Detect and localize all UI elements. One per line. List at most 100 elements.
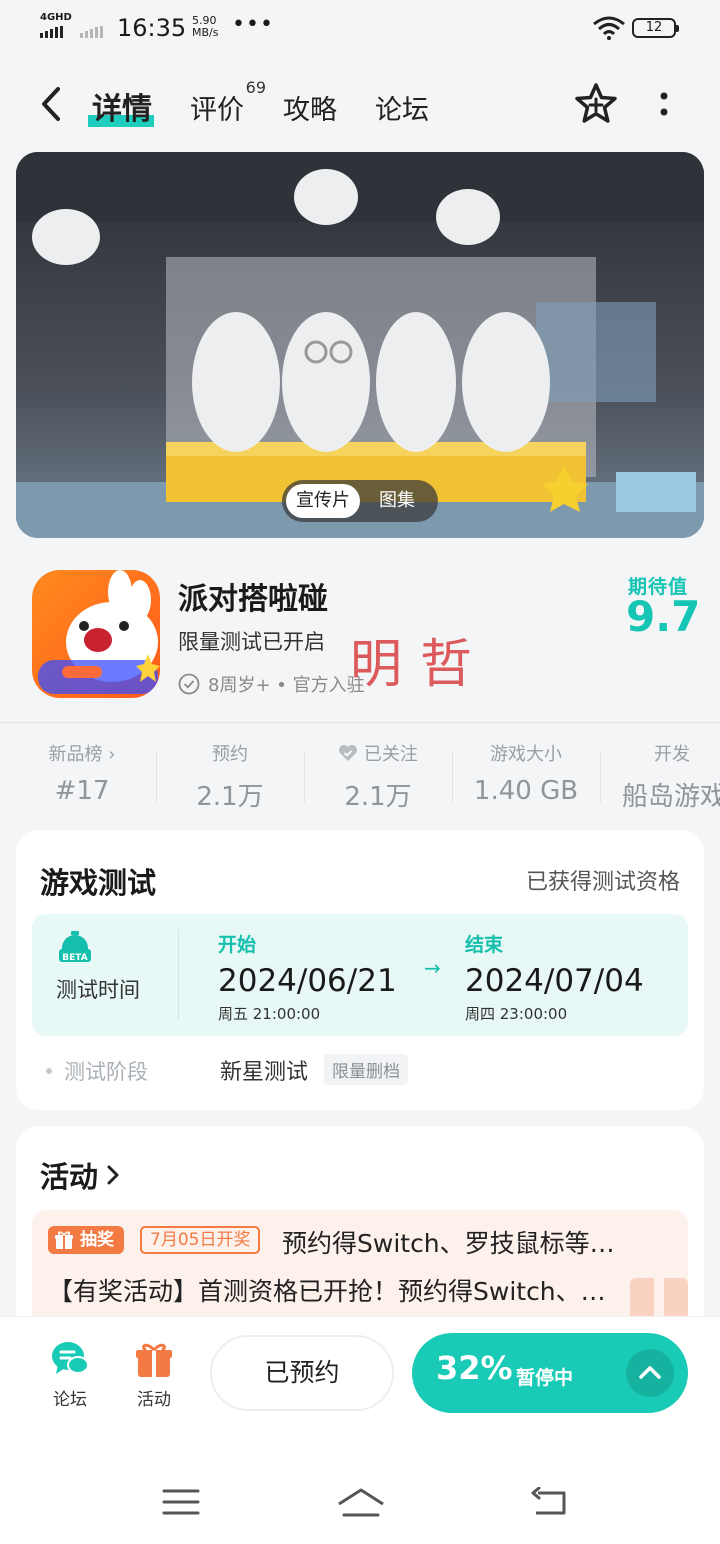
stat-developer[interactable]: 开发 船岛游戏 — [604, 740, 720, 813]
end-label: 结束 — [465, 934, 504, 956]
wifi-icon — [593, 16, 625, 40]
net-speed: 5.90 MB/s — [192, 15, 218, 39]
system-menu-icon[interactable] — [162, 1487, 200, 1517]
stat-label: 游戏大小 — [490, 744, 562, 765]
app-meta-text: 8周岁+ • 官方入驻 — [208, 675, 365, 696]
test-phase-value: 新星测试 — [220, 1060, 309, 1085]
test-end: 结束 2024/07/04 周四 23:00:00 — [465, 930, 644, 1024]
start-label: 开始 — [218, 934, 257, 956]
game-test-card: 游戏测试 已获得测试资格 BETA 测试时间 开始 2024/06/21 周五 … — [16, 830, 704, 1110]
lottery-label: 抽奖 — [80, 1230, 114, 1250]
stat-value: 2.1万 — [344, 782, 412, 812]
app-name: 派对搭啦碰 — [178, 582, 328, 617]
review-count-badge: 69 — [245, 78, 266, 97]
section-divider — [0, 722, 720, 723]
test-phase-tag: 限量删档 — [324, 1054, 408, 1085]
signal-icon — [40, 26, 63, 38]
more-notifications-icon: ••• — [232, 12, 274, 37]
activity-description: 【有奖活动】首测资格已开抢！预约得Switch、… — [48, 1277, 606, 1306]
stat-separator — [304, 752, 305, 802]
activity-header[interactable]: 活动 — [40, 1154, 120, 1196]
app-meta: 8周岁+ • 官方入驻 — [178, 671, 365, 697]
start-date: 2024/06/21 — [218, 963, 397, 999]
test-start: 开始 2024/06/21 周五 21:00:00 — [218, 930, 397, 1024]
stat-new-rank[interactable]: 新品榜 › #17 — [12, 740, 152, 806]
stat-reservations: 预约 2.1万 — [160, 740, 300, 813]
gallery-tab[interactable]: 图集 — [360, 484, 434, 518]
more-menu-icon[interactable] — [658, 90, 670, 122]
network-type: 4GHD — [40, 12, 72, 23]
download-percent: 32% — [436, 1349, 513, 1387]
test-phase-label-row: 测试阶段 — [46, 1056, 148, 1086]
activity-title: 活动 — [40, 1160, 99, 1194]
chevron-up-icon — [639, 1366, 661, 1379]
expectation-score: 9.7 — [626, 592, 701, 641]
tab-reviews[interactable]: 评价 69 — [190, 78, 266, 127]
stat-value: #17 — [54, 776, 110, 806]
tab-details-label: 详情 — [92, 92, 152, 127]
stat-label: 开发 — [654, 744, 690, 765]
tab-guides-label: 攻略 — [283, 95, 337, 126]
stat-value: 船岛游戏 — [622, 782, 720, 812]
stat-size: 游戏大小 1.40 GB — [456, 740, 596, 806]
signal-secondary-icon — [80, 26, 103, 38]
status-bar: 4GHD 16:35 5.90 MB/s ••• 12 — [0, 0, 720, 60]
top-nav: 详情 评价 69 攻略 论坛 — [0, 70, 720, 140]
activity-button[interactable]: 活动 — [119, 1339, 189, 1410]
favorite-star-icon[interactable] — [574, 82, 618, 126]
forum-label: 论坛 — [53, 1390, 87, 1410]
tab-forum-label: 论坛 — [375, 95, 429, 126]
system-home-icon[interactable] — [336, 1487, 386, 1521]
start-weekday-time: 周五 21:00:00 — [218, 1005, 321, 1023]
test-time-label: 测试时间 — [56, 978, 140, 1002]
app-subtitle: 限量测试已开启 — [178, 630, 325, 654]
activity-label: 活动 — [137, 1390, 171, 1410]
beta-text: BETA — [62, 953, 87, 963]
reserved-button[interactable]: 已预约 — [210, 1335, 394, 1411]
forum-chat-icon — [52, 1342, 89, 1374]
bottom-action-bar: 论坛 活动 已预约 32% 暂停中 — [0, 1316, 720, 1544]
beta-timer-icon: BETA — [59, 931, 91, 963]
chevron-right-icon — [107, 1165, 119, 1185]
back-arrow-icon[interactable] — [36, 84, 66, 124]
verified-check-icon — [178, 673, 200, 695]
heart-check-icon — [339, 745, 358, 761]
test-time-box: BETA 测试时间 开始 2024/06/21 周五 21:00:00 → 结束… — [32, 914, 688, 1036]
stat-value: 2.1万 — [196, 782, 264, 812]
signature-stamp: 明哲 — [350, 635, 491, 695]
test-qualification-status: 已获得测试资格 — [525, 870, 680, 895]
test-box-divider — [178, 930, 179, 1020]
card-title: 游戏测试 — [40, 866, 157, 900]
tab-details[interactable]: 详情 — [88, 84, 154, 128]
end-date: 2024/07/04 — [465, 963, 644, 999]
stat-label: 新品榜 › — [48, 744, 116, 765]
stat-separator — [452, 752, 453, 802]
forum-button[interactable]: 论坛 — [35, 1339, 105, 1410]
net-speed-unit: MB/s — [192, 26, 219, 39]
stat-separator — [156, 752, 157, 802]
clock: 16:35 — [117, 14, 187, 42]
stat-separator — [600, 752, 601, 802]
test-phase-label: 测试阶段 — [64, 1060, 148, 1084]
video-tab[interactable]: 宣传片 — [286, 484, 360, 518]
stat-label: 已关注 — [308, 740, 448, 766]
system-back-icon[interactable] — [530, 1487, 570, 1519]
download-progress-button[interactable]: 32% 暂停中 — [412, 1333, 688, 1413]
stats-row: 新品榜 › #17 预约 2.1万 已关注 2.1万 游戏大小 1.40 GB … — [0, 730, 720, 813]
tab-forum[interactable]: 论坛 — [375, 88, 429, 127]
stat-followed[interactable]: 已关注 2.1万 — [308, 740, 448, 813]
gift-box-icon — [136, 1343, 172, 1377]
tab-guides[interactable]: 攻略 — [283, 88, 337, 127]
gift-icon — [55, 1231, 73, 1249]
stat-label: 预约 — [212, 744, 248, 765]
app-icon — [32, 570, 160, 698]
arrow-right-icon: → — [424, 956, 441, 980]
tab-reviews-label: 评价 — [190, 95, 244, 126]
expand-button[interactable] — [626, 1349, 674, 1397]
app-icon-image — [32, 570, 160, 698]
draw-date-tag: 7月05日开奖 — [140, 1226, 261, 1254]
lottery-badge: 抽奖 — [48, 1226, 124, 1254]
end-weekday-time: 周四 23:00:00 — [465, 1005, 568, 1023]
bullet-dot — [46, 1068, 52, 1074]
media-toggle: 宣传片 图集 — [282, 480, 438, 522]
